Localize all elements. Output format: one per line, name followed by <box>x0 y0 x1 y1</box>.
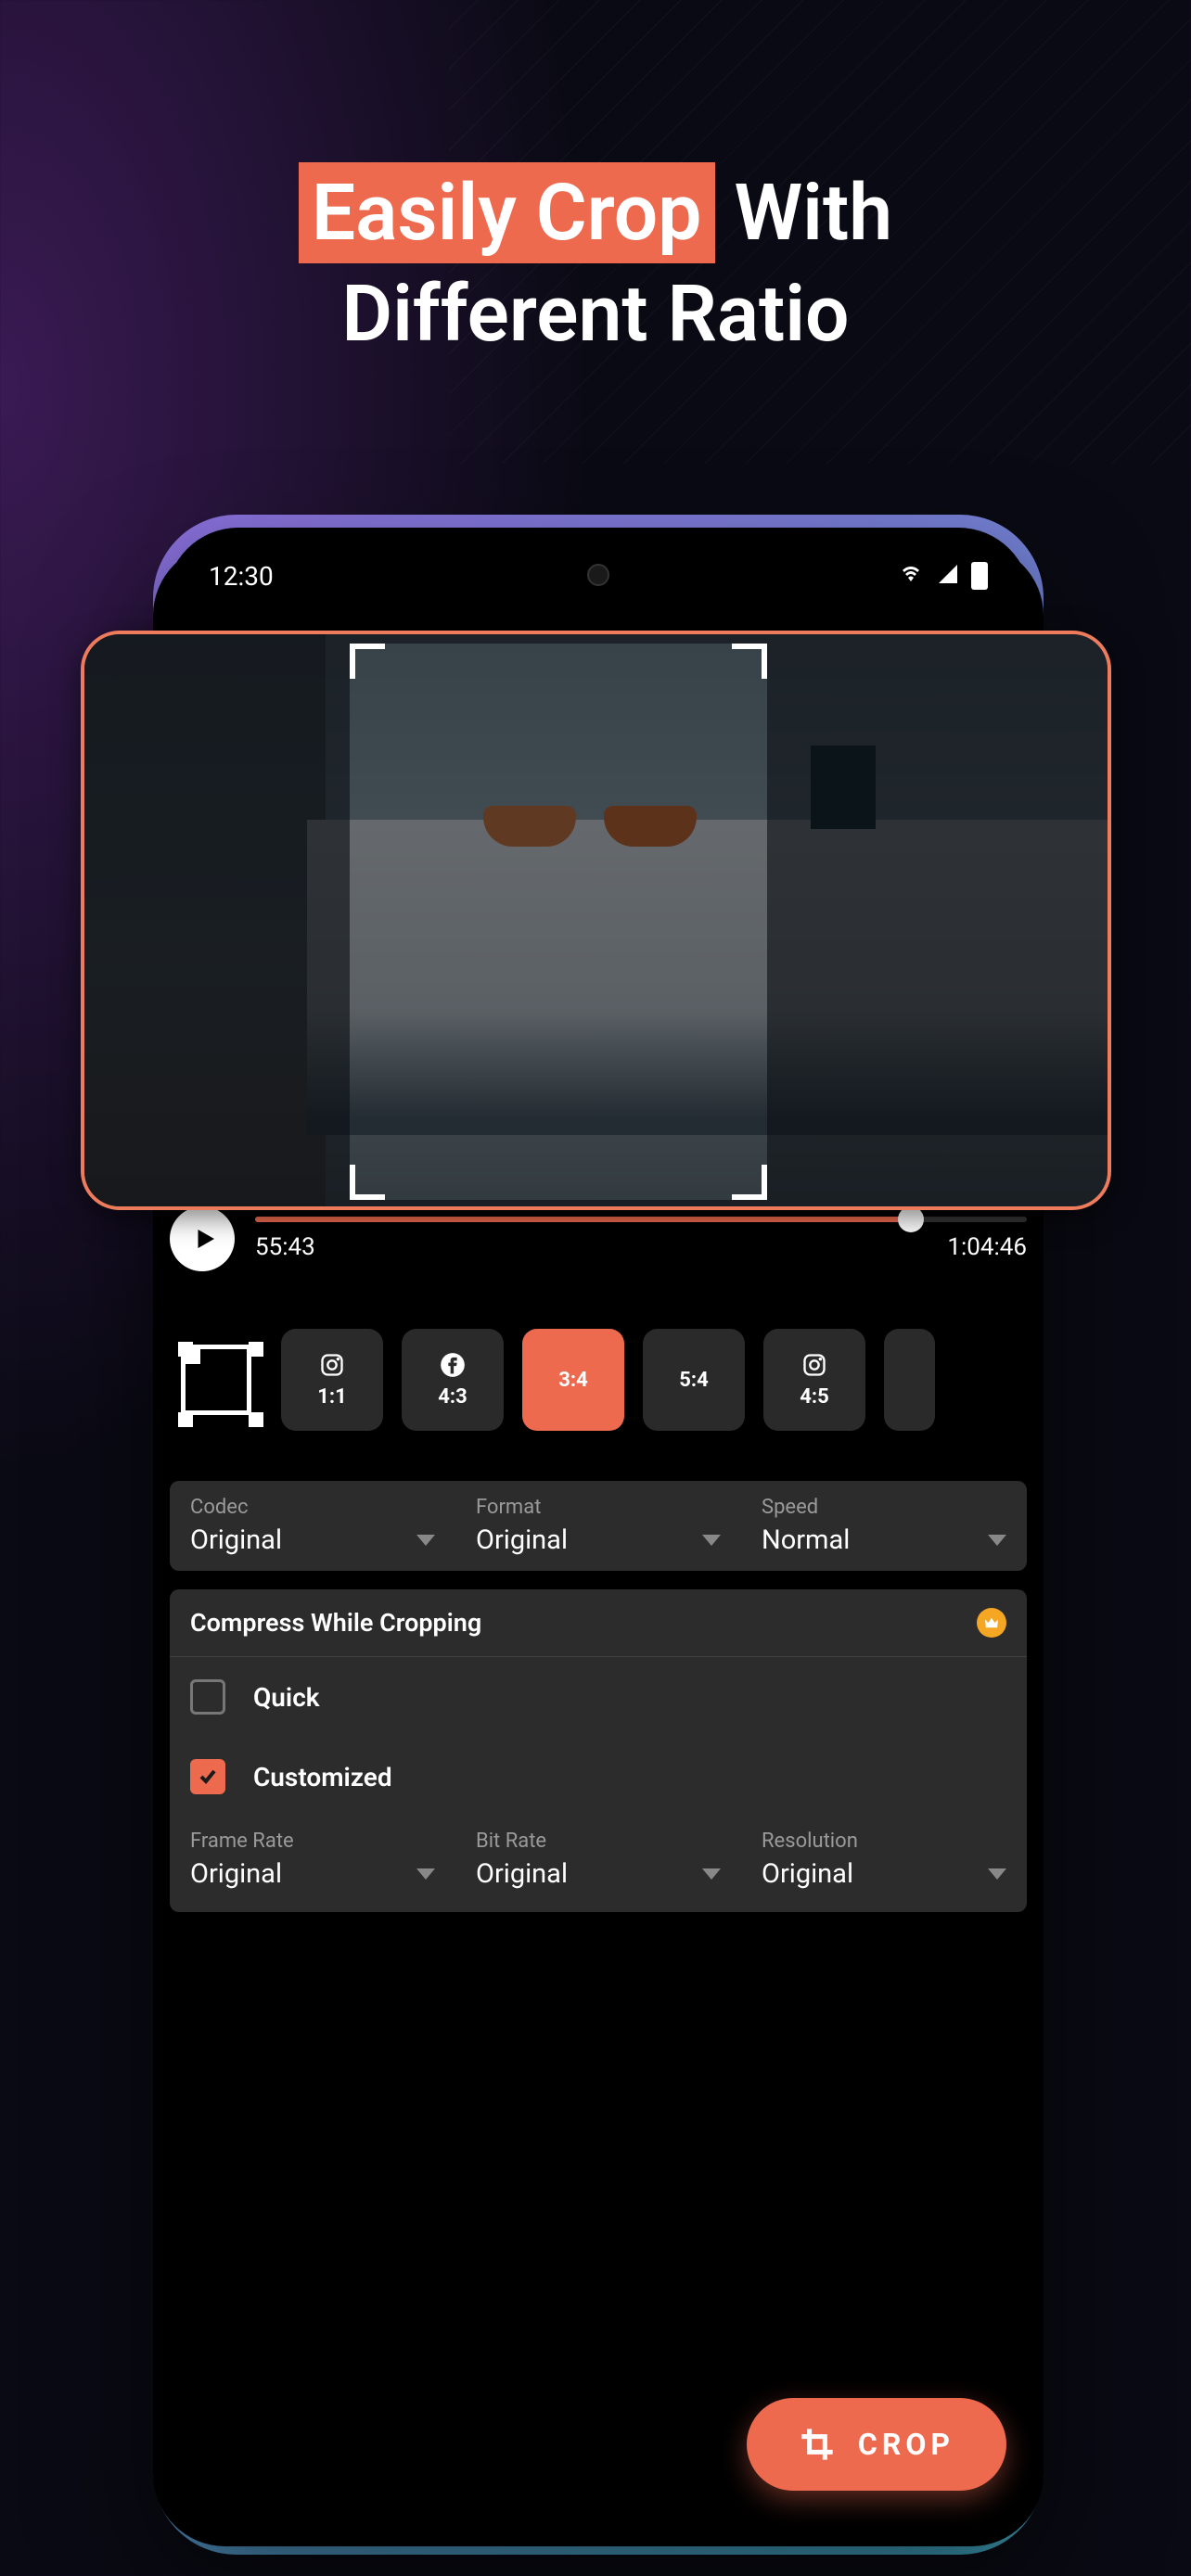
crown-icon <box>983 1616 1000 1629</box>
resolution-select[interactable]: Resolution Original <box>741 1824 1027 1895</box>
chevron-down-icon <box>416 1868 435 1880</box>
encode-settings: Codec Original Format Original Speed Nor… <box>170 1481 1027 1571</box>
facebook-icon <box>440 1352 466 1378</box>
setting-label: Resolution <box>762 1830 1006 1853</box>
setting-value: Original <box>190 1858 282 1890</box>
seek-knob[interactable] <box>898 1206 924 1232</box>
quick-label: Quick <box>253 1682 320 1713</box>
battery-icon <box>971 562 988 590</box>
premium-badge[interactable] <box>977 1608 1006 1638</box>
framerate-select[interactable]: Frame Rate Original <box>170 1824 455 1895</box>
chevron-down-icon <box>988 1535 1006 1546</box>
compress-title: Compress While Cropping <box>190 1608 481 1638</box>
crop-button-label: CROP <box>858 2427 954 2462</box>
headline: Easily Crop With Different Ratio <box>0 162 1191 364</box>
ratio-4-3-button[interactable]: 4:3 <box>402 1329 504 1431</box>
wifi-icon <box>897 561 925 592</box>
speed-select[interactable]: Speed Normal <box>741 1490 1027 1562</box>
setting-value: Original <box>190 1524 282 1556</box>
setting-value: Original <box>476 1858 568 1890</box>
time-current: 55:43 <box>255 1233 315 1261</box>
ratio-label: 5:4 <box>679 1369 708 1392</box>
free-crop-button[interactable] <box>170 1333 263 1426</box>
setting-label: Bit Rate <box>476 1830 721 1853</box>
instagram-icon <box>801 1352 827 1378</box>
setting-label: Format <box>476 1496 721 1519</box>
chevron-down-icon <box>702 1868 721 1880</box>
codec-select[interactable]: Codec Original <box>170 1490 455 1562</box>
setting-value: Original <box>476 1524 568 1556</box>
play-icon <box>191 1225 219 1253</box>
chevron-down-icon <box>702 1535 721 1546</box>
quick-checkbox[interactable] <box>190 1679 225 1715</box>
setting-label: Codec <box>190 1496 435 1519</box>
ratio-more-button[interactable] <box>884 1329 935 1431</box>
setting-value: Normal <box>762 1524 850 1556</box>
customized-checkbox[interactable] <box>190 1759 225 1794</box>
customized-label: Customized <box>253 1762 392 1792</box>
camera-notch <box>587 564 609 586</box>
ratio-label: 4:3 <box>438 1385 467 1409</box>
headline-text-1: With <box>715 167 893 259</box>
headline-text-2: Different Ratio <box>341 268 849 360</box>
ratio-1-1-button[interactable]: 1:1 <box>281 1329 383 1431</box>
status-time: 12:30 <box>209 561 274 592</box>
compress-panel: Compress While Cropping Quick Customized… <box>170 1589 1027 1912</box>
crop-button[interactable]: CROP <box>747 2398 1006 2491</box>
customized-option-row[interactable]: Customized <box>170 1737 1027 1817</box>
format-select[interactable]: Format Original <box>455 1490 741 1562</box>
free-crop-icon <box>181 1345 251 1415</box>
ratio-label: 1:1 <box>317 1385 346 1409</box>
ratio-label: 4:5 <box>800 1385 828 1409</box>
ratio-4-5-button[interactable]: 4:5 <box>763 1329 865 1431</box>
ratio-selector[interactable]: 1:1 4:3 3:4 5:4 4:5 <box>170 1329 1027 1431</box>
time-total: 1:04:46 <box>947 1233 1027 1261</box>
ratio-label: 3:4 <box>558 1369 587 1392</box>
signal-icon <box>934 561 962 592</box>
headline-highlight: Easily Crop <box>299 162 715 263</box>
setting-label: Speed <box>762 1496 1006 1519</box>
ratio-3-4-button[interactable]: 3:4 <box>522 1329 624 1431</box>
crop-icon <box>799 2426 836 2463</box>
video-preview[interactable] <box>81 631 1111 1210</box>
bitrate-select[interactable]: Bit Rate Original <box>455 1824 741 1895</box>
seek-slider[interactable] <box>255 1217 1027 1222</box>
play-button[interactable] <box>170 1206 235 1271</box>
status-bar: 12:30 <box>153 543 1044 608</box>
chevron-down-icon <box>416 1535 435 1546</box>
setting-value: Original <box>762 1858 853 1890</box>
chevron-down-icon <box>988 1868 1006 1880</box>
setting-label: Frame Rate <box>190 1830 435 1853</box>
check-icon <box>197 1766 219 1788</box>
instagram-icon <box>319 1352 345 1378</box>
quick-option-row[interactable]: Quick <box>170 1657 1027 1737</box>
playback-bar: 55:43 1:04:46 <box>170 1206 1027 1271</box>
ratio-5-4-button[interactable]: 5:4 <box>643 1329 745 1431</box>
